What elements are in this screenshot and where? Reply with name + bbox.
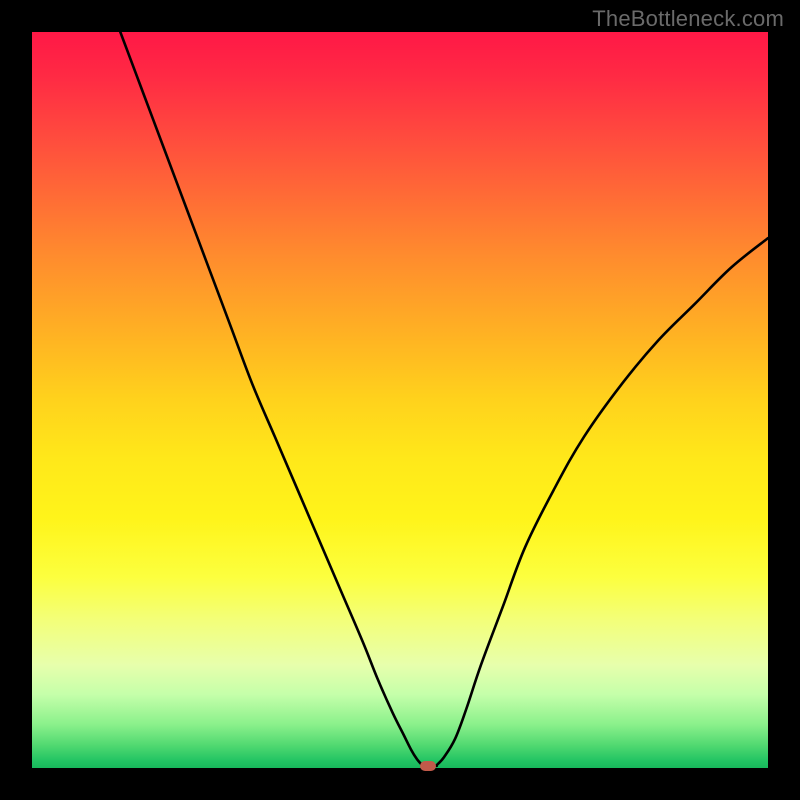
bottleneck-curve xyxy=(32,32,768,768)
plot-area xyxy=(32,32,768,768)
minimum-marker xyxy=(420,761,436,771)
chart-frame: TheBottleneck.com xyxy=(0,0,800,800)
curve-path xyxy=(120,32,768,766)
watermark-text: TheBottleneck.com xyxy=(592,6,784,32)
